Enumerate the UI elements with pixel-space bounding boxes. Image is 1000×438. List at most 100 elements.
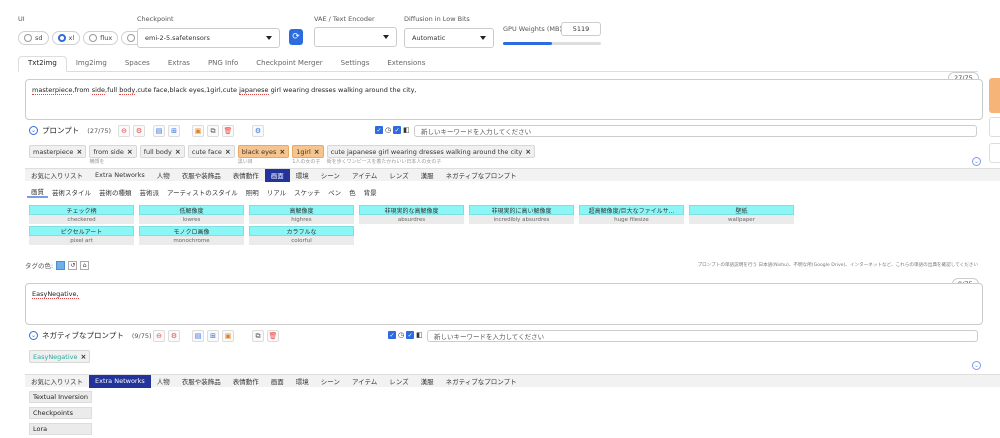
paste-icon[interactable]: ⊞	[207, 330, 219, 342]
category-tab[interactable]: 環境	[290, 169, 315, 182]
prompt-textarea[interactable]: masterpiece,from side,full body,cute fac…	[25, 79, 983, 120]
chevron-down-icon[interactable]: ⌄	[972, 361, 981, 370]
close-icon[interactable]: ×	[76, 148, 82, 156]
tab-extras[interactable]: Extras	[159, 55, 199, 71]
settings-icon[interactable]: ⚙	[133, 125, 145, 137]
generate-button[interactable]	[989, 78, 1000, 113]
prompt-tag[interactable]: cute face ×	[187, 145, 235, 158]
category-tab[interactable]: 衣服や装飾品	[176, 169, 227, 182]
subcategory-tab[interactable]: 色	[345, 185, 360, 198]
category-tab[interactable]: レンズ	[383, 375, 414, 388]
history-icon[interactable]: ⧉	[252, 330, 264, 342]
subcategory-tab[interactable]: 芸術スタイル	[48, 185, 95, 198]
tab-spaces[interactable]: Spaces	[116, 55, 159, 71]
copy-icon[interactable]: ▤	[192, 330, 204, 342]
tab-settings[interactable]: Settings	[332, 55, 379, 71]
clock-icon[interactable]: ◷	[385, 126, 391, 134]
keyword-button[interactable]: 非現実的に高い解像度	[469, 205, 574, 215]
ui-radio-xl[interactable]: xl	[51, 31, 81, 45]
extra-network-item[interactable]: Lora	[29, 423, 92, 435]
gpu-weights-slider[interactable]	[503, 42, 601, 45]
vae-select[interactable]	[314, 27, 397, 47]
category-tab[interactable]: シーン	[315, 169, 346, 182]
keyword-button[interactable]: 非現実的な高解像度	[359, 205, 464, 215]
category-tab[interactable]: 環境	[290, 375, 315, 388]
check-icon[interactable]: ✓	[375, 126, 383, 134]
keyword-button[interactable]: ピクセルアート	[29, 226, 134, 236]
image-icon[interactable]: ▣	[222, 330, 234, 342]
ui-radio-sd[interactable]: sd	[18, 31, 49, 45]
keyword-button[interactable]: モノクロ画像	[139, 226, 244, 236]
category-tab[interactable]: Extra Networks	[89, 169, 151, 182]
close-icon[interactable]: ×	[175, 148, 181, 156]
subcategory-tab[interactable]: ペン	[324, 185, 345, 198]
gpu-weights-input[interactable]: 5119	[561, 22, 601, 36]
check-icon[interactable]: ✓	[393, 126, 402, 134]
refresh-checkpoint-button[interactable]: ⟳	[289, 29, 303, 45]
category-tab[interactable]: アイテム	[346, 169, 383, 182]
trash-icon[interactable]: 🗑	[267, 330, 279, 342]
category-tab[interactable]: 漢服	[415, 169, 440, 182]
subcategory-tab[interactable]: アーティストのスタイル	[163, 185, 242, 198]
keyword-button[interactable]: カラフルな	[249, 226, 354, 236]
prompt-tag[interactable]: from side ×	[89, 145, 137, 158]
close-icon[interactable]: ×	[525, 148, 531, 156]
negative-tag[interactable]: EasyNegative ×	[29, 350, 91, 363]
subcategory-tab[interactable]: リアル	[263, 185, 290, 198]
category-tab[interactable]: シーン	[315, 375, 346, 388]
layout-icon[interactable]: ◧	[403, 126, 410, 134]
paste-icon[interactable]: ⊞	[168, 125, 180, 137]
trash-icon[interactable]: 🗑	[222, 125, 234, 137]
side-tool-button[interactable]	[989, 117, 1000, 137]
category-tab[interactable]: 人物	[151, 169, 176, 182]
layout-icon[interactable]: ◧	[416, 331, 423, 339]
keyword-button[interactable]: 超高解像度/巨大なファイルサ...	[579, 205, 684, 215]
keyword-button[interactable]: 低解像度	[139, 205, 244, 215]
close-icon[interactable]: ×	[279, 148, 285, 156]
reset-icon[interactable]: ↺	[68, 260, 78, 270]
prompt-tag[interactable]: masterpiece ×	[29, 145, 87, 158]
check-icon[interactable]: ✓	[388, 331, 396, 339]
tab-extensions[interactable]: Extensions	[378, 55, 434, 71]
negative-keyword-input[interactable]: 新しいキーワードを入力してください	[427, 330, 978, 342]
clock-icon[interactable]: ◷	[398, 331, 404, 339]
settings-icon[interactable]: ⚙	[168, 330, 180, 342]
subcategory-tab[interactable]: 芸術の種類	[95, 185, 136, 198]
tab-img2img[interactable]: Img2img	[67, 55, 116, 71]
grid-icon[interactable]	[56, 260, 66, 270]
close-icon[interactable]: ×	[127, 148, 133, 156]
category-tab[interactable]: 表情動作	[227, 169, 265, 182]
tab-txt2img[interactable]: Txt2img	[18, 56, 67, 72]
category-tab[interactable]: 人物	[151, 375, 176, 388]
subcategory-tab[interactable]: スケッチ	[290, 185, 324, 198]
tab-png-info[interactable]: PNG Info	[199, 55, 247, 71]
category-tab[interactable]: ネガティブなプロンプト	[440, 169, 523, 182]
image-icon[interactable]: ▣	[192, 125, 204, 137]
keyword-button[interactable]: 壁紙	[689, 205, 794, 215]
category-tab[interactable]: レンズ	[383, 169, 414, 182]
diffusion-select[interactable]: Automatic	[404, 28, 494, 48]
extra-network-item[interactable]: Checkpoints	[29, 407, 92, 419]
negative-prompt-textarea[interactable]: EasyNegative,	[25, 283, 983, 325]
category-tab[interactable]: 画面	[265, 375, 290, 388]
category-tab[interactable]: Extra Networks	[89, 374, 151, 388]
extra-network-item[interactable]: Textual Inversion	[29, 391, 92, 403]
clear-icon[interactable]: ⊖	[118, 125, 130, 137]
category-tab[interactable]: お気に入りリスト	[25, 375, 89, 388]
check-icon[interactable]: ✓	[406, 331, 415, 339]
close-icon[interactable]: ×	[225, 148, 231, 156]
chevron-down-icon[interactable]: ⌄	[29, 331, 38, 340]
category-tab[interactable]: ネガティブなプロンプト	[440, 375, 523, 388]
category-tab[interactable]: 表情動作	[227, 375, 265, 388]
chevron-down-icon[interactable]: ⌄	[29, 126, 38, 135]
close-icon[interactable]: ×	[314, 148, 320, 156]
close-icon[interactable]: ×	[81, 353, 87, 361]
prompt-keyword-input[interactable]: 新しいキーワードを入力してください	[414, 125, 977, 137]
prompt-tag[interactable]: black eyes ×	[237, 145, 290, 158]
prompt-tag[interactable]: full body ×	[139, 145, 185, 158]
prompt-tag[interactable]: cute japanese girl wearing dresses walki…	[326, 145, 536, 158]
checkpoint-select[interactable]: emi-2-5.safetensors	[137, 28, 280, 48]
clear-icon[interactable]: ⊖	[153, 330, 165, 342]
ui-radio-flux[interactable]: flux	[83, 31, 119, 45]
category-tab[interactable]: 衣服や装飾品	[176, 375, 227, 388]
